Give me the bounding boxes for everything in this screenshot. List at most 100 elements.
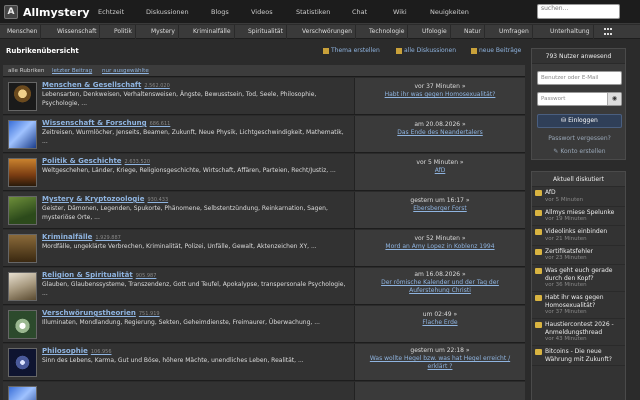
category-row — [3, 382, 525, 400]
last-post: am 20.08.2026 » Das Ende des Neandertale… — [354, 116, 525, 152]
discussions-title: Aktuell diskutiert — [532, 172, 625, 187]
nav-neuigkeiten[interactable]: Neuigkeiten — [430, 0, 469, 24]
cat-unterhaltung[interactable]: Unterhaltung — [547, 25, 594, 39]
cat-wissenschaft[interactable]: Wissenschaft — [54, 25, 101, 39]
discussion-item[interactable]: Habt ihr was gegen Homosexualität? vor 37… — [532, 292, 625, 319]
cat-natur[interactable]: Natur — [461, 25, 485, 39]
chat-bubble-icon — [535, 295, 542, 301]
password-field[interactable]: Passwort ◉ — [537, 92, 622, 106]
category-image[interactable] — [8, 196, 37, 225]
category-image[interactable] — [8, 348, 37, 377]
nav-echtzeit[interactable]: Echtzeit — [98, 0, 124, 24]
create-icon — [323, 47, 329, 54]
logo[interactable]: A Allmystery — [4, 3, 90, 21]
cat-ufologie[interactable]: Ufologie — [419, 25, 451, 39]
username-field[interactable]: Benutzer oder E-Mail — [537, 71, 622, 85]
chat-bubble-icon — [535, 209, 542, 216]
category-link[interactable]: Kriminalfälle 1.929.887 — [42, 233, 121, 241]
category-image[interactable] — [8, 234, 37, 263]
category-count: 106.956 — [90, 349, 112, 355]
nav-chat[interactable]: Chat — [352, 0, 367, 24]
filter-all[interactable]: alle Rubriken — [8, 65, 44, 77]
create-account-link[interactable]: ✎ Konto erstellen — [532, 148, 627, 155]
chat-bubble-icon — [535, 229, 542, 235]
chat-bubble-icon — [535, 349, 542, 355]
search-input[interactable]: suchen... — [537, 4, 620, 19]
cat-kriminalfaelle[interactable]: Kriminalfälle — [190, 25, 235, 39]
discussion-item[interactable]: AfD vor 5 Minuten — [532, 187, 625, 207]
category-count: 751.919 — [138, 311, 160, 317]
category-link[interactable]: Mystery & Kryptozoologie 930.433 — [42, 195, 168, 203]
last-post: um 02:49 » Flache Erde — [354, 306, 525, 342]
cat-umfragen[interactable]: Umfragen — [496, 25, 533, 39]
category-link[interactable]: Menschen & Gesellschaft 2.562.020 — [42, 81, 170, 89]
category-image[interactable] — [8, 158, 37, 187]
last-post-link[interactable]: Ebersberger Forst — [355, 205, 525, 213]
filter-last-post[interactable]: letzter Beitrag — [52, 65, 92, 77]
last-post-link[interactable]: Flache Erde — [355, 319, 525, 327]
discussion-item[interactable]: Videolinks einbinden vor 21 Minuten — [532, 226, 625, 246]
category-row: Religion & Spiritualität 905.987 Glauben,… — [3, 268, 525, 305]
nav-videos[interactable]: Videos — [251, 0, 273, 24]
filter-selected[interactable]: nur ausgewählte — [102, 65, 149, 77]
cat-mystery[interactable]: Mystery — [148, 25, 179, 39]
all-discussions-button[interactable]: alle Diskussionen — [396, 47, 456, 54]
discussion-item[interactable]: Haustiercontest 2026 - Anmeldungsthread v… — [532, 319, 625, 346]
category-link[interactable]: Verschwörungstheorien 751.919 — [42, 309, 160, 317]
discussion-item[interactable]: Zertifikatsfehler vor 23 Minuten — [532, 246, 625, 265]
last-post: am 16.08.2026 » Der römische Kalender un… — [354, 268, 525, 304]
discussion-item[interactable]: Allmys miese Spelunke vor 19 Minuten — [532, 207, 625, 226]
forgot-password-link[interactable]: Passwort vergessen? — [532, 135, 627, 142]
login-box: 793 Nutzer anwesend Benutzer oder E-Mail… — [531, 48, 626, 160]
category-row: Verschwörungstheorien 751.919 Illuminaten… — [3, 306, 525, 343]
last-post-time: gestern um 16:17 » — [410, 197, 470, 204]
last-post-link[interactable]: Was wollte Hegel bzw. was hat Hegel erre… — [355, 355, 525, 363]
category-image[interactable] — [8, 386, 37, 400]
create-account-label: Konto erstellen — [560, 148, 606, 155]
cat-spiritualitaet[interactable]: Spiritualität — [245, 25, 287, 39]
filter-bar: alle Rubriken letzter Beitrag nur ausgew… — [3, 65, 525, 77]
last-post-link[interactable]: Das Ende des Neandertalers — [355, 129, 525, 137]
category-image[interactable] — [8, 272, 37, 301]
cat-menschen[interactable]: Menschen — [4, 25, 42, 39]
last-post-link[interactable]: Habt ihr was gegen Homosexualität? — [355, 91, 525, 99]
nav-diskussionen[interactable]: Diskussionen — [146, 0, 189, 24]
users-online: 793 Nutzer anwesend — [532, 49, 625, 64]
eye-icon[interactable]: ◉ — [607, 93, 621, 105]
category-image[interactable] — [8, 120, 37, 149]
last-post-link-cont[interactable]: erklärt ? — [355, 363, 525, 371]
category-link[interactable]: Wissenschaft & Forschung 686.611 — [42, 119, 170, 127]
category-desc: Mordfälle, ungeklärte Verbrechen, Krimin… — [42, 243, 317, 250]
category-row: Politik & Geschichte 2.633.520 Weltgesche… — [3, 154, 525, 191]
cat-verschwoerungen[interactable]: Verschwörungen — [299, 25, 356, 39]
discussion-item[interactable]: Bitcoins - Die neue Währung mit Zukunft? — [532, 346, 625, 366]
cat-technologie[interactable]: Technologie — [366, 25, 409, 39]
category-row: Kriminalfälle 1.929.887 Mordfälle, ungekl… — [3, 230, 525, 267]
category-count: 2.562.020 — [144, 83, 170, 89]
last-post-link[interactable]: Der römische Kalender und der Tag der — [355, 279, 525, 287]
nav-blogs[interactable]: Blogs — [211, 0, 229, 24]
category-link[interactable]: Politik & Geschichte 2.633.520 — [42, 157, 150, 165]
grid-menu-icon[interactable] — [604, 28, 613, 36]
new-posts-button[interactable]: neue Beiträge — [471, 47, 521, 54]
discussion-item[interactable]: Was geht euch gerade durch den Kopf? vor … — [532, 265, 625, 292]
login-button[interactable]: ⛁ Einloggen — [537, 114, 622, 128]
category-row: Philosophie 106.956 Sinn des Lebens, Karm… — [3, 344, 525, 381]
last-post-link[interactable]: AfD — [355, 167, 525, 175]
cat-politik[interactable]: Politik — [111, 25, 136, 39]
category-image[interactable] — [8, 310, 37, 339]
category-link[interactable]: Philosophie 106.956 — [42, 347, 112, 355]
nav-statistiken[interactable]: Statistiken — [296, 0, 330, 24]
nav-wiki[interactable]: Wiki — [393, 0, 407, 24]
category-bar: Menschen Wissenschaft Politik Mystery Kr… — [0, 25, 640, 39]
logo-text: Allmystery — [23, 5, 90, 19]
category-image[interactable] — [8, 82, 37, 111]
category-desc: Lebensarten, Denkweisen, Verhaltensweise… — [42, 91, 317, 107]
create-topic-button[interactable]: Thema erstellen — [323, 47, 380, 54]
category-row: Mystery & Kryptozoologie 930.433 Geister,… — [3, 192, 525, 229]
category-desc: Sinn des Lebens, Karma, Gut und Böse, hö… — [42, 357, 304, 364]
category-link[interactable]: Religion & Spiritualität 905.987 — [42, 271, 156, 279]
last-post-link[interactable]: Mord an Amy Lopez in Koblenz 1994 — [355, 243, 525, 251]
create-topic-label: Thema erstellen — [331, 47, 380, 54]
last-post-link-cont[interactable]: Auferstehung Christi — [355, 287, 525, 295]
